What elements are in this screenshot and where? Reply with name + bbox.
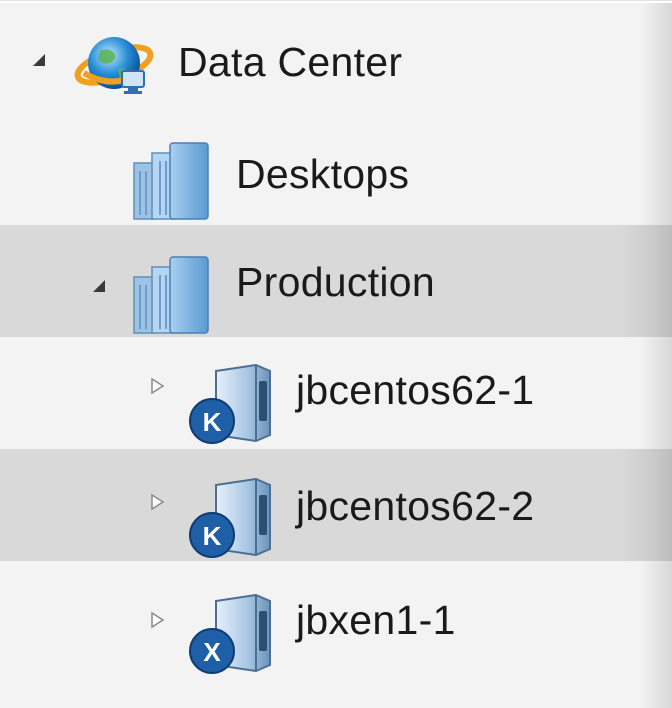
collapsed-arrow-icon[interactable] bbox=[148, 377, 166, 395]
tree-node-label: Data Center bbox=[178, 39, 403, 85]
collapsed-arrow-icon[interactable] bbox=[148, 611, 166, 629]
collapsed-arrow-icon[interactable] bbox=[148, 493, 166, 511]
badge-k-icon: K bbox=[203, 521, 222, 551]
tree-node-label: jbcentos62-2 bbox=[296, 483, 535, 529]
folder-icon bbox=[133, 142, 209, 220]
expanded-arrow-icon[interactable] bbox=[90, 277, 108, 295]
tree-node-jbxen1-1[interactable]: X jbxen1-1 bbox=[0, 561, 672, 674]
datacenter-globe-icon bbox=[74, 37, 154, 94]
tree-panel: Data Center Desktops Production K jbcent… bbox=[0, 0, 672, 708]
kvm-host-icon: K bbox=[189, 363, 271, 444]
tree-node-desktops[interactable]: Desktops bbox=[0, 113, 672, 225]
tree-node-label: jbxen1-1 bbox=[296, 597, 456, 643]
folder-icon bbox=[133, 256, 209, 334]
kvm-host-icon: K bbox=[189, 477, 271, 558]
tree-node-jbcentos62-2[interactable]: K jbcentos62-2 bbox=[0, 449, 672, 561]
tree-node-production[interactable]: Production bbox=[0, 225, 672, 337]
tree-node-label: jbcentos62-1 bbox=[296, 367, 535, 413]
xen-host-icon: X bbox=[189, 593, 271, 674]
tree-node-label: Desktops bbox=[236, 151, 410, 197]
badge-k-icon: K bbox=[203, 407, 222, 437]
tree-node-label: Production bbox=[236, 259, 436, 305]
expanded-arrow-icon[interactable] bbox=[30, 51, 48, 69]
badge-x-icon: X bbox=[203, 637, 221, 667]
tree-node-data-center[interactable]: Data Center bbox=[0, 1, 672, 113]
tree-node-jbcentos62-1[interactable]: K jbcentos62-1 bbox=[0, 337, 672, 449]
